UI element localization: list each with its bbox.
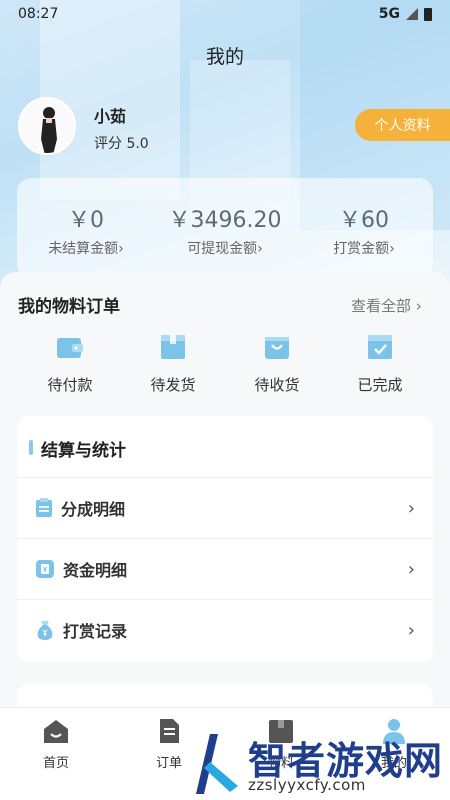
chevron-right-icon: › (407, 558, 415, 580)
chevron-right-icon: › (257, 241, 263, 257)
tab-label: 首页 (42, 756, 69, 771)
order-completed[interactable]: 已完成 (335, 333, 425, 395)
user-rating: 评分 5.0 (94, 136, 149, 152)
row-label: 资金明细 (63, 561, 128, 580)
logo-mark-icon (196, 734, 238, 794)
money-bag-icon (37, 621, 53, 640)
network-label: 5G (378, 6, 400, 22)
order-pending-shipment[interactable]: 待发货 (128, 333, 218, 395)
chevron-right-icon: › (407, 619, 415, 641)
stat-withdrawable[interactable]: ￥3496.20 可提现金额› (156, 178, 294, 258)
stat-value: ￥0 (68, 208, 104, 233)
chevron-right-icon: › (407, 497, 415, 519)
order-label: 待发货 (150, 376, 196, 394)
stat-value: ￥60 (339, 208, 389, 233)
stat-reward[interactable]: ￥60 打赏金额› (295, 178, 433, 258)
status-time: 08:27 (18, 6, 59, 22)
money-card-icon (36, 560, 54, 578)
home-icon (44, 720, 68, 743)
settlement-title: 结算与统计 (29, 436, 126, 461)
signal-icon (406, 8, 418, 20)
order-pending-payment[interactable]: 待付款 (25, 333, 115, 395)
order-label: 待收货 (254, 376, 300, 394)
orders-title: 我的物料订单 (18, 297, 120, 317)
stats-card: ￥0 未结算金额› ￥3496.20 可提现金额› ￥60 打赏金额› (17, 178, 433, 278)
profile-button[interactable]: 个人资料 (355, 109, 450, 141)
status-bar: 08:27 5G (0, 0, 450, 28)
row-share-details[interactable]: 分成明细 › (17, 477, 433, 538)
document-icon (160, 719, 179, 743)
stat-label: 可提现金额 (187, 241, 258, 257)
tab-home[interactable]: 首页 (21, 718, 91, 771)
wallet-icon (57, 338, 83, 358)
stat-label: 打赏金额 (333, 241, 390, 257)
order-pending-receipt[interactable]: 待收货 (232, 333, 322, 395)
row-label: 打赏记录 (63, 622, 128, 641)
chevron-right-icon: › (389, 241, 395, 257)
stat-unsettled[interactable]: ￥0 未结算金额› (17, 178, 155, 258)
order-label: 待付款 (47, 376, 93, 394)
box-icon (161, 335, 185, 359)
watermark-url: zzslyyxcfy.com (248, 776, 366, 794)
stat-value: ￥3496.20 (168, 208, 282, 233)
order-label: 已完成 (357, 376, 403, 394)
user-name: 小茹 (94, 107, 127, 126)
row-label: 分成明细 (61, 500, 126, 519)
chevron-right-icon: › (118, 241, 124, 257)
clipboard-icon (36, 498, 52, 517)
check-box-icon (368, 335, 392, 359)
stat-label: 未结算金额 (48, 241, 119, 257)
avatar[interactable] (18, 97, 76, 155)
battery-icon (424, 7, 432, 21)
row-fund-details[interactable]: 资金明细 › (17, 538, 433, 599)
row-reward-records[interactable]: 打赏记录 › (17, 599, 433, 660)
bag-icon (265, 337, 289, 359)
watermark-logo: 智者游戏网 zzslyyxcfy.com (190, 728, 450, 800)
page-title: 我的 (205, 46, 244, 68)
view-all-link[interactable]: 查看全部 › (351, 295, 422, 316)
